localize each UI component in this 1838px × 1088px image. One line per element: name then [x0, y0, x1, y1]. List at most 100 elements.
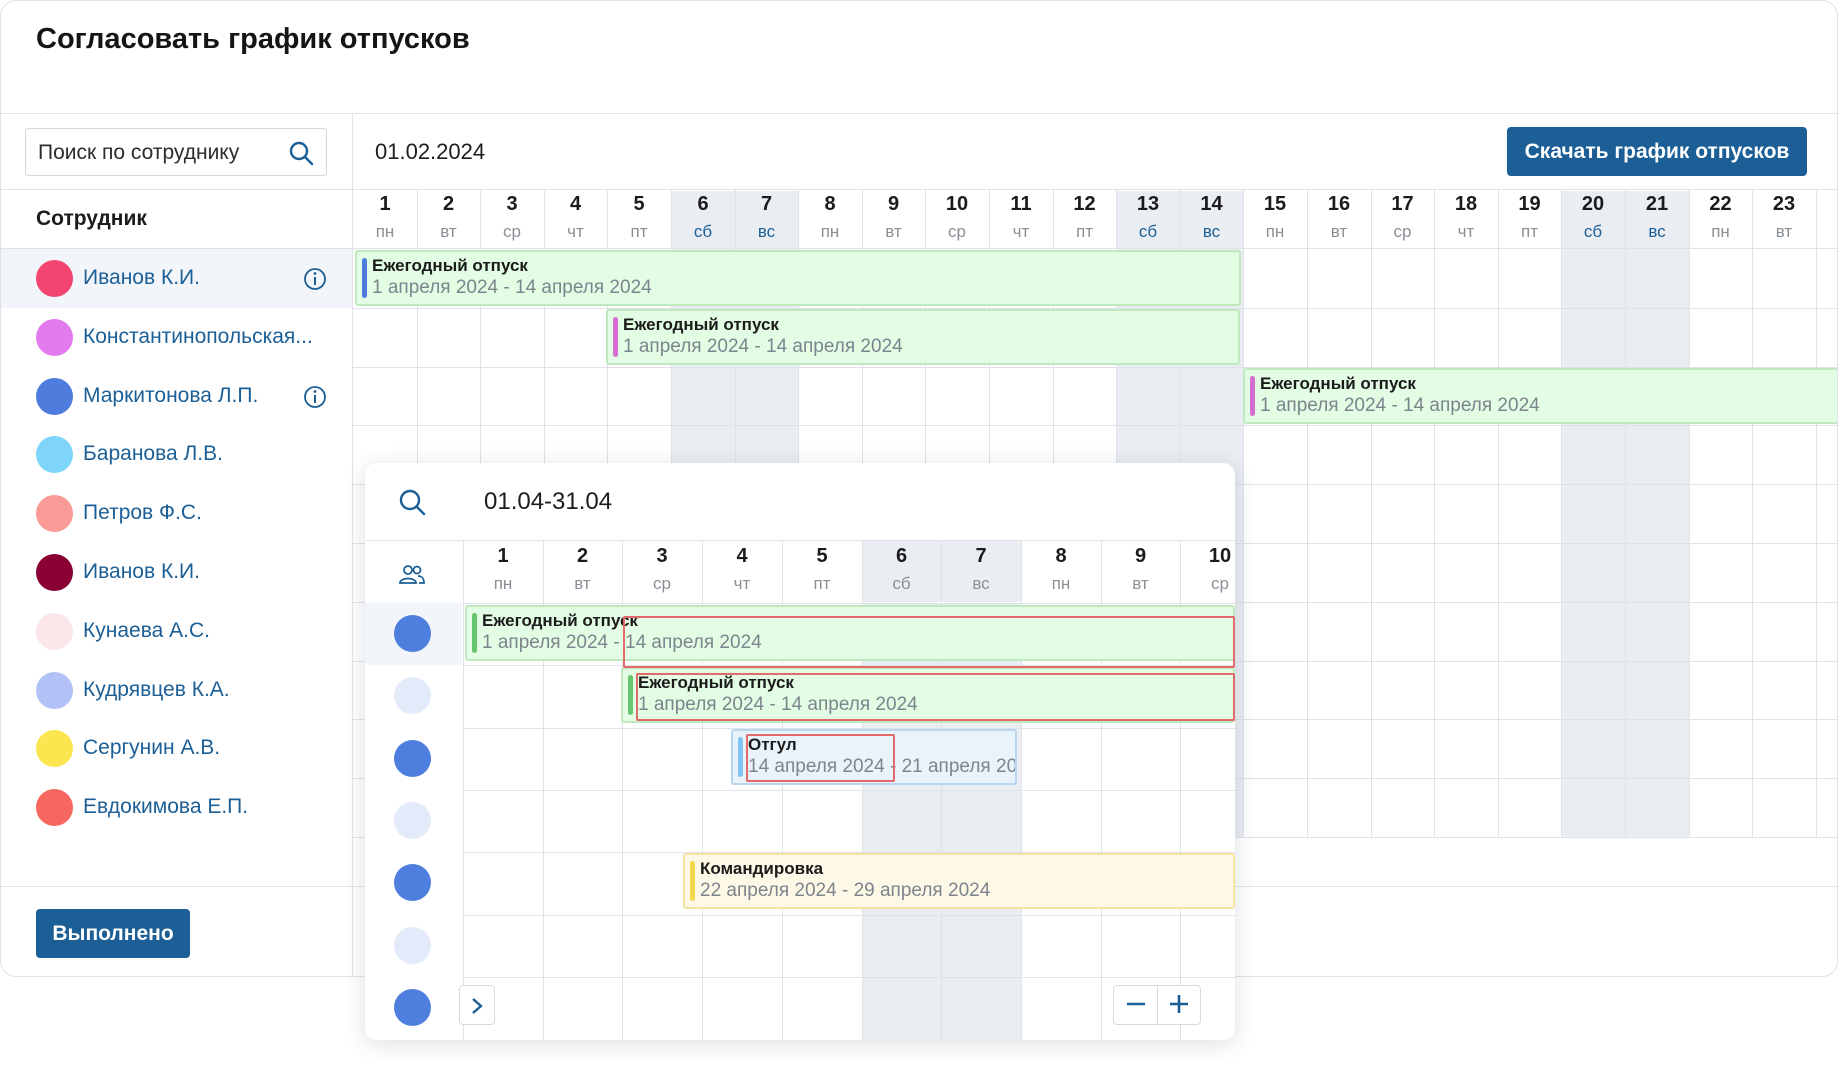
weekday-label: вт: [440, 222, 457, 241]
avatar[interactable]: [394, 740, 431, 777]
avatar[interactable]: [394, 802, 431, 839]
employee-row[interactable]: Сергунин А.В.: [1, 719, 352, 778]
employee-name[interactable]: Сергунин А.В.: [83, 736, 220, 760]
weekday-label: пн: [493, 574, 513, 593]
grid-line: [1307, 189, 1308, 836]
grid-line: [463, 790, 1235, 791]
bar-dates: 1 апреля 2024 - 14 апреля 2024: [1260, 395, 1540, 416]
vacation-bar[interactable]: Ежегодный отпуск 1 апреля 2024 - 14 апрел…: [1243, 368, 1837, 424]
day-header: 10 ср: [925, 191, 989, 248]
employee-row[interactable]: Константинопольская...: [1, 308, 352, 367]
weekday-label: чт: [1457, 222, 1475, 241]
grid-line: [463, 915, 1235, 916]
day-header: 19 пт: [1498, 191, 1561, 248]
info-icon[interactable]: [303, 267, 327, 291]
weekday-label: ср: [1393, 222, 1412, 241]
grid-line: [1498, 189, 1499, 836]
grid-line: [463, 603, 1235, 604]
employee-name[interactable]: Петров Ф.С.: [83, 501, 202, 525]
day-number: 14: [1200, 193, 1223, 215]
day-number: 1: [497, 545, 509, 567]
done-button[interactable]: Выполнено: [36, 909, 190, 958]
day-header: 2 вт: [543, 541, 622, 602]
bar-title: Ежегодный отпуск: [482, 611, 638, 630]
day-number: 22: [1709, 193, 1732, 215]
bar-accent: [362, 258, 367, 298]
weekday-label: пн: [820, 222, 840, 241]
absence-bar[interactable]: Командировка 22 апреля 2024 - 29 апреля 2…: [683, 853, 1235, 909]
avatar[interactable]: [394, 989, 431, 1026]
day-number: 7: [760, 193, 773, 215]
avatar[interactable]: [394, 864, 431, 901]
day-number: 20: [1581, 193, 1605, 215]
employee-row[interactable]: Кунаева А.С.: [1, 602, 352, 661]
day-header: 3 ср: [622, 541, 702, 602]
employee-name[interactable]: Кунаева А.С.: [83, 619, 210, 643]
employee-row[interactable]: Иванов К.И.: [1, 249, 352, 308]
day-number: 16: [1327, 193, 1351, 215]
day-header: 4 чт: [702, 541, 782, 602]
search-icon[interactable]: [398, 488, 426, 516]
day-number: 15: [1263, 193, 1287, 215]
employee-name[interactable]: Евдокимова Е.П.: [83, 795, 248, 819]
weekday-label: сб: [892, 574, 911, 593]
employee-name[interactable]: Маркитонова Л.П.: [83, 384, 258, 408]
employee-name[interactable]: Иванов К.И.: [83, 266, 200, 290]
employee-row[interactable]: Петров Ф.С.: [1, 484, 352, 543]
employee-name[interactable]: Баранова Л.В.: [83, 442, 223, 466]
day-header: 3 ср: [480, 191, 544, 248]
day-number: 9: [1134, 545, 1147, 567]
day-header: 4 чт: [544, 191, 607, 248]
employee-row[interactable]: Баранова Л.В.: [1, 425, 352, 484]
day-header: 1 пн: [353, 191, 417, 248]
employee-row[interactable]: Кудрявцев К.А.: [1, 661, 352, 720]
avatar: [36, 789, 73, 827]
people-icon[interactable]: [398, 563, 426, 587]
day-header: 7 вс: [735, 191, 798, 248]
weekday-label: пн: [1051, 574, 1071, 593]
employee-search-field[interactable]: Поиск по сотруднику: [25, 128, 327, 176]
weekday-label: вс: [972, 574, 990, 593]
grid-line: [1625, 189, 1626, 836]
avatar[interactable]: [394, 677, 431, 714]
day-header: 6 сб: [862, 541, 941, 602]
day-header: 11 чт: [989, 191, 1053, 248]
vacation-bar[interactable]: Ежегодный отпуск 1 апреля 2024 - 14 апрел…: [355, 250, 1241, 306]
chevron-right-icon: [472, 997, 483, 1014]
employee-name[interactable]: Кудрявцев К.А.: [83, 678, 230, 702]
weekday-label: пт: [630, 222, 648, 241]
weekday-label: ср: [653, 574, 671, 593]
download-schedule-button[interactable]: Скачать график отпусков: [1507, 127, 1807, 176]
info-icon[interactable]: [303, 385, 327, 409]
employee-row[interactable]: Евдокимова Е.П.: [1, 778, 352, 837]
next-button[interactable]: [459, 985, 495, 1025]
zoom-out-button[interactable]: [1114, 986, 1157, 1024]
employee-row[interactable]: Иванов К.И.: [1, 543, 352, 602]
avatar: [36, 495, 73, 533]
weekday-label: пт: [1076, 222, 1093, 241]
weekday-label: чт: [733, 574, 751, 593]
search-icon[interactable]: [288, 140, 314, 166]
employee-row[interactable]: Маркитонова Л.П.: [1, 367, 352, 426]
day-number: 7: [975, 545, 987, 567]
conflict-outline: [746, 734, 895, 782]
day-number: 6: [697, 193, 709, 215]
day-number: 13: [1136, 193, 1160, 215]
day-number: 12: [1073, 193, 1096, 215]
avatar: [36, 377, 73, 415]
zoom-in-button[interactable]: [1157, 986, 1200, 1024]
weekday-label: вт: [574, 574, 591, 593]
avatar[interactable]: [394, 927, 431, 964]
avatar[interactable]: [394, 615, 431, 652]
day-header: 21 вс: [1625, 191, 1689, 248]
employee-name[interactable]: Иванов К.И.: [83, 560, 200, 584]
vacation-bar[interactable]: Ежегодный отпуск 1 апреля 2024 - 14 апрел…: [606, 309, 1240, 365]
day-number: 2: [442, 193, 455, 215]
minus-icon: [1126, 1002, 1145, 1005]
current-date: 01.02.2024: [375, 139, 486, 164]
weekday-label: вт: [885, 222, 902, 241]
day-header: 5 пт: [607, 191, 671, 248]
employee-name[interactable]: Константинопольская...: [83, 325, 313, 349]
weekday-label: ср: [1211, 574, 1229, 593]
day-header: 8 пн: [798, 191, 862, 248]
